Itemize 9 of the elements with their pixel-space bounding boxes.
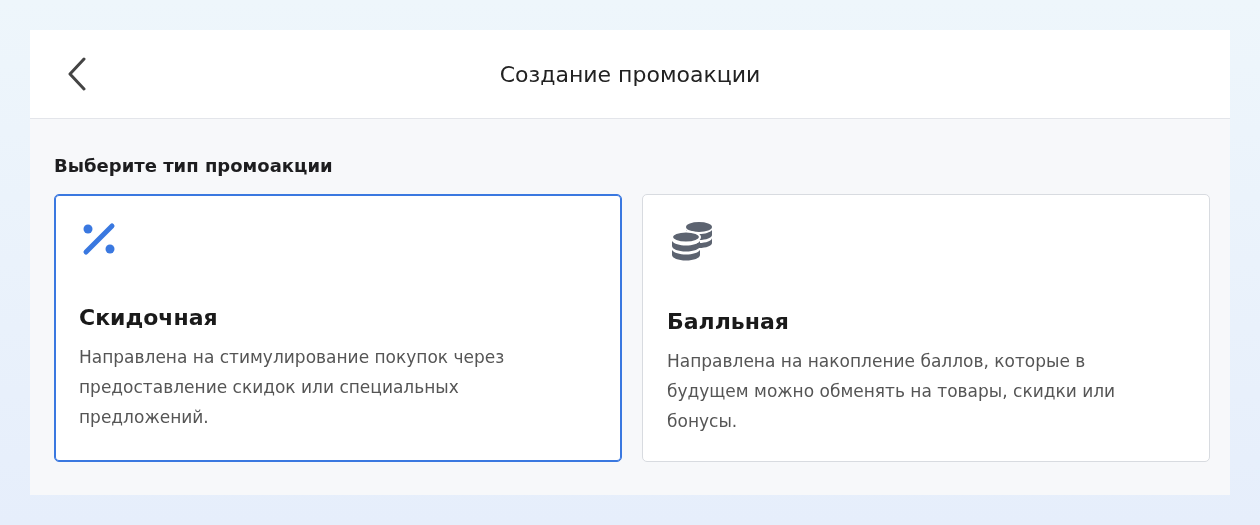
page-title: Создание промоакции: [499, 61, 761, 87]
section-title: Выберите тип промоакции: [54, 155, 333, 176]
card-title: Скидочная: [79, 305, 218, 330]
card-description: Направлена на стимулирование покупок через предоставление скидок или специальных предложений.: [79, 346, 506, 429]
promo-type-card[interactable]: Балльная Направлена на накопление баллов, которые в будущем можно обменять на товары, скидки или бонусы.: [642, 194, 1210, 462]
chevron-left-icon: [67, 57, 87, 91]
promo-type-card[interactable]: Скидочная Направлена на стимулирование покупок через предоставление скидок или специальных предложений.: [54, 194, 622, 462]
card-description: Направлена на накопление баллов, которые в будущем можно обменять на товары, скидки или бонусы.: [667, 350, 1117, 433]
card-title: Балльная: [667, 309, 789, 334]
